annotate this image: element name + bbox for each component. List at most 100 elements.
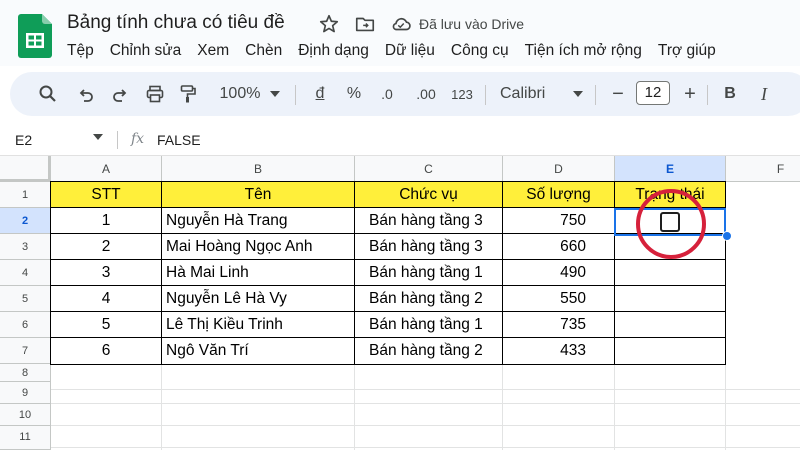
document-title[interactable]: Bảng tính chưa có tiêu đề [67, 12, 285, 34]
print-button[interactable] [143, 72, 167, 116]
cell-role[interactable]: Bán hàng tầng 2 [354, 337, 503, 365]
row-header-11[interactable]: 11 [0, 426, 51, 450]
sheets-logo[interactable] [18, 14, 52, 58]
decrease-decimal-button[interactable]: .0 [373, 72, 401, 116]
column-header-f[interactable]: F [726, 156, 800, 182]
cell-role[interactable]: Bán hàng tầng 1 [354, 311, 503, 338]
column-header-e[interactable]: E [615, 156, 726, 182]
bold-button[interactable]: B [720, 72, 740, 116]
column-header-b[interactable]: B [162, 156, 355, 182]
cell-role[interactable]: Bán hàng tầng 1 [354, 259, 503, 286]
row-header-2[interactable]: 2 [0, 208, 51, 234]
menu-tools[interactable]: Công cụ [451, 41, 509, 61]
cell-qty[interactable]: 550 [502, 285, 615, 312]
paint-format-button[interactable] [176, 72, 200, 116]
row-header-3[interactable]: 3 [0, 234, 51, 260]
row-header-1[interactable]: 1 [0, 182, 51, 208]
font-select[interactable]: Calibri [500, 72, 560, 116]
zoom-select[interactable]: 100% [215, 72, 265, 116]
row-header-9[interactable]: 9 [0, 382, 51, 404]
cell-role[interactable]: Bán hàng tầng 2 [354, 285, 503, 312]
cell-name[interactable]: Lê Thị Kiều Trinh [161, 311, 355, 338]
cell-stt[interactable]: 4 [50, 285, 162, 312]
fx-icon: fx [131, 131, 145, 147]
cell-qty[interactable]: 490 [502, 259, 615, 286]
move-to-folder-icon[interactable] [354, 13, 376, 35]
select-all-corner[interactable] [0, 156, 51, 182]
currency-format-button[interactable]: đ [310, 72, 330, 116]
header-cell-role[interactable]: Chức vụ [354, 181, 503, 208]
zoom-value: 100% [219, 85, 261, 102]
cloud-saved-icon[interactable] [390, 13, 412, 35]
cell-qty[interactable]: 735 [502, 311, 615, 338]
menu-view[interactable]: Xem [197, 41, 229, 61]
cell-name[interactable]: Nguyễn Lê Hà Vy [161, 285, 355, 312]
cell-name[interactable]: Ngô Văn Trí [161, 337, 355, 365]
header-cell-qty[interactable]: Số lượng [502, 181, 615, 208]
number-format-button[interactable]: 123 [448, 72, 476, 116]
menu-bar: Tệp Chỉnh sửa Xem Chèn Định dạng Dữ liệu Công … [67, 41, 732, 63]
cell-qty[interactable]: 660 [502, 233, 615, 260]
cell-status[interactable] [614, 259, 726, 286]
font-dropdown[interactable] [570, 72, 586, 116]
zoom-dropdown[interactable] [265, 72, 285, 116]
italic-button[interactable]: I [754, 72, 774, 116]
cell-qty[interactable]: 433 [502, 337, 615, 365]
cell-stt[interactable]: 2 [50, 233, 162, 260]
cell-status[interactable] [614, 285, 726, 312]
row-header-6[interactable]: 6 [0, 312, 51, 338]
redo-button[interactable] [108, 72, 132, 116]
cell-qty[interactable]: 750 [502, 207, 615, 234]
menu-edit[interactable]: Chỉnh sửa [110, 41, 182, 61]
fill-handle[interactable] [722, 231, 732, 241]
search-menus-button[interactable] [36, 72, 60, 116]
star-icon[interactable] [318, 13, 340, 35]
increase-decimal-button[interactable]: .00 [410, 72, 442, 116]
menu-file[interactable]: Tệp [67, 41, 94, 61]
decrease-font-size-button[interactable]: − [608, 72, 628, 116]
menu-insert[interactable]: Chèn [245, 41, 282, 61]
plus-label: + [684, 82, 696, 105]
increase-font-size-button[interactable]: + [680, 72, 700, 116]
percent-format-button[interactable]: % [343, 72, 365, 116]
row-header-7[interactable]: 7 [0, 338, 51, 364]
cell-name[interactable]: Mai Hoàng Ngọc Anh [161, 233, 355, 260]
cell-status[interactable] [614, 337, 726, 365]
column-header-d[interactable]: D [503, 156, 615, 182]
save-status: Đã lưu vào Drive [419, 16, 525, 32]
row-header-5[interactable]: 5 [0, 286, 51, 312]
cell-stt[interactable]: 6 [50, 337, 162, 365]
redo-icon [113, 89, 127, 102]
italic-label: I [761, 83, 767, 104]
header-cell-stt[interactable]: STT [50, 181, 162, 208]
column-header-c[interactable]: C [355, 156, 503, 182]
toolbar-divider [707, 85, 708, 105]
menu-extensions[interactable]: Tiện ích mở rộng [525, 41, 642, 61]
row-header-10[interactable]: 10 [0, 404, 51, 426]
cell-stt[interactable]: 3 [50, 259, 162, 286]
cell-name[interactable]: Nguyễn Hà Trang [161, 207, 355, 234]
cell-stt[interactable]: 1 [50, 207, 162, 234]
header-cell-name[interactable]: Tên [161, 181, 355, 208]
paint-format-icon [180, 85, 196, 103]
chevron-down-icon[interactable] [93, 134, 103, 140]
name-box[interactable]: E2 [15, 132, 32, 148]
row-header-4[interactable]: 4 [0, 260, 51, 286]
menu-help[interactable]: Trợ giúp [658, 41, 716, 61]
menu-format[interactable]: Định dạng [298, 41, 369, 61]
menu-data[interactable]: Dữ liệu [385, 41, 435, 61]
cell-name[interactable]: Hà Mai Linh [161, 259, 355, 286]
toolbar-divider [485, 85, 486, 105]
undo-button[interactable] [74, 72, 98, 116]
minus-label: − [612, 82, 624, 105]
cell-stt[interactable]: 5 [50, 311, 162, 338]
column-header-a[interactable]: A [51, 156, 162, 182]
title-area: Bảng tính chưa có tiêu đề Đã lưu vào Dri… [0, 0, 800, 66]
formula-input[interactable]: FALSE [157, 132, 201, 148]
cell-role[interactable]: Bán hàng tầng 3 [354, 207, 503, 234]
cell-status[interactable] [614, 311, 726, 338]
row-header-8[interactable]: 8 [0, 364, 51, 382]
font-size-input[interactable]: 12 [636, 81, 670, 105]
number-format-label: 123 [451, 86, 473, 102]
cell-role[interactable]: Bán hàng tầng 3 [354, 233, 503, 260]
